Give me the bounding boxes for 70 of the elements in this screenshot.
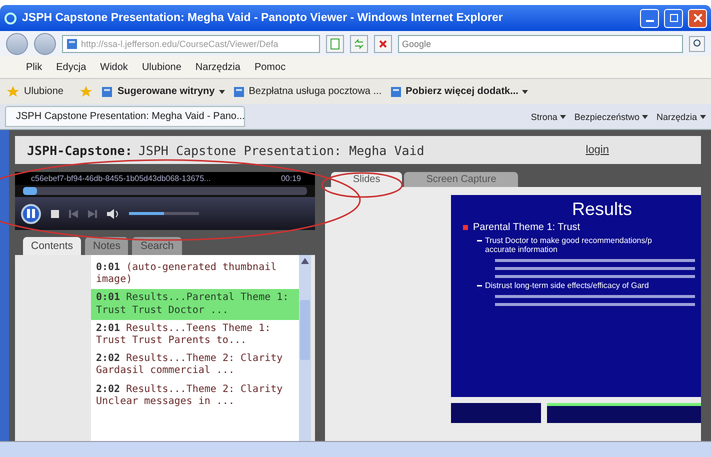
menu-item[interactable]: Plik [26, 62, 42, 72]
close-button[interactable] [688, 8, 707, 28]
search-icon[interactable] [689, 36, 705, 52]
caret-icon [642, 114, 648, 118]
previous-icon[interactable] [69, 210, 78, 218]
caret-icon [560, 114, 566, 118]
next-icon[interactable] [88, 210, 97, 218]
favorites-item[interactable]: Sugerowane witryny [101, 86, 225, 98]
menu-item[interactable]: Ulubione [142, 62, 182, 72]
progress-bar[interactable] [23, 187, 307, 195]
page-icon [66, 38, 78, 50]
window-title: JSPH Capstone Presentation: Megha Vaid - Panopto Viewer - Windows Internet Explorer [22, 12, 504, 24]
presentation-title: JSPH Capstone Presentation: Megha Vaid [138, 142, 426, 158]
minimize-button[interactable] [640, 8, 659, 28]
dash-icon [477, 240, 482, 242]
browser-logo-icon [4, 12, 17, 24]
slide-text: accurate information [484, 245, 558, 254]
search-field[interactable]: Google [398, 34, 683, 52]
page-icon [101, 86, 114, 98]
slide-thumbnail[interactable] [547, 403, 701, 423]
pause-button[interactable] [21, 204, 41, 224]
menu-item[interactable]: Pomoc [254, 62, 286, 72]
media-id: c56ebef7-bf94-46db-8455-1b05d43db068-13675... [31, 174, 211, 183]
refresh-icon[interactable] [350, 34, 368, 52]
menu-item[interactable]: Narzędzia [195, 62, 240, 72]
speaker-icon[interactable] [107, 208, 119, 218]
dash-icon [477, 284, 482, 286]
contents-item[interactable]: 2:02 Results...Theme 2: Clarity Gardasil commercial ... [91, 350, 299, 380]
pause-icon [27, 209, 35, 218]
star-icon [79, 84, 94, 98]
command-button[interactable]: Strona [530, 112, 566, 122]
favorites-item[interactable]: Pobierz więcej dodatk... [390, 86, 528, 98]
command-button[interactable]: Bezpieczeństwo [574, 112, 648, 122]
course-name: JSPH-Capstone: [27, 142, 132, 158]
caret-icon [700, 114, 706, 118]
tab[interactable]: Contents [23, 237, 82, 255]
scrollbar[interactable] [299, 255, 311, 441]
page-icon [232, 86, 245, 98]
star-icon [6, 84, 20, 98]
slide-text: Trust Doctor to make good recommendations/p [485, 236, 652, 245]
forward-button[interactable] [34, 32, 56, 54]
login-link[interactable]: login [586, 144, 609, 156]
menu-item[interactable]: Edycja [56, 62, 86, 72]
volume-slider[interactable] [129, 212, 199, 215]
contents-item[interactable]: 0:01 (auto-generated thumbnail image) [91, 259, 299, 290]
time-display: 00:19 [280, 174, 301, 183]
maximize-button[interactable] [664, 8, 683, 28]
slide-title: Results [570, 199, 634, 220]
slide-thumbnail[interactable] [451, 403, 541, 423]
contents-item[interactable]: 2:01 Results...Teens Theme 1: Trust Trust Parents to... [91, 320, 299, 350]
bullet-icon [463, 225, 468, 230]
favorites-item[interactable]: Bezpłatna usługa pocztowa ... [232, 86, 382, 98]
page-icon [390, 86, 402, 98]
close-icon [694, 14, 702, 22]
back-button[interactable] [6, 32, 28, 54]
menu-item[interactable]: Widok [100, 62, 128, 72]
favorites-item[interactable]: Ulubione [6, 84, 64, 98]
contents-item[interactable]: 0:01 Results...Parental Theme 1: Trust Trust Doctor ... [91, 289, 299, 320]
page-icon[interactable] [326, 34, 344, 52]
caret-icon [522, 90, 528, 94]
slide-text: Distrust long-term side effects/efficacy of Gard [485, 281, 649, 290]
browser-tab[interactable]: JSPH Capstone Presentation: Megha Vaid - Pano... [5, 106, 245, 127]
maximize-icon [670, 14, 678, 22]
caret-icon [218, 90, 225, 94]
slide-text: Parental Theme 1: Trust [473, 222, 580, 233]
scroll-up-icon[interactable] [301, 258, 309, 264]
command-button[interactable]: Narzędzia [656, 112, 706, 122]
contents-item[interactable]: 2:02 Results...Theme 2: Clarity Unclear messages in ... [91, 380, 299, 411]
stop-icon[interactable] [51, 210, 59, 218]
stop-icon[interactable] [374, 34, 392, 52]
